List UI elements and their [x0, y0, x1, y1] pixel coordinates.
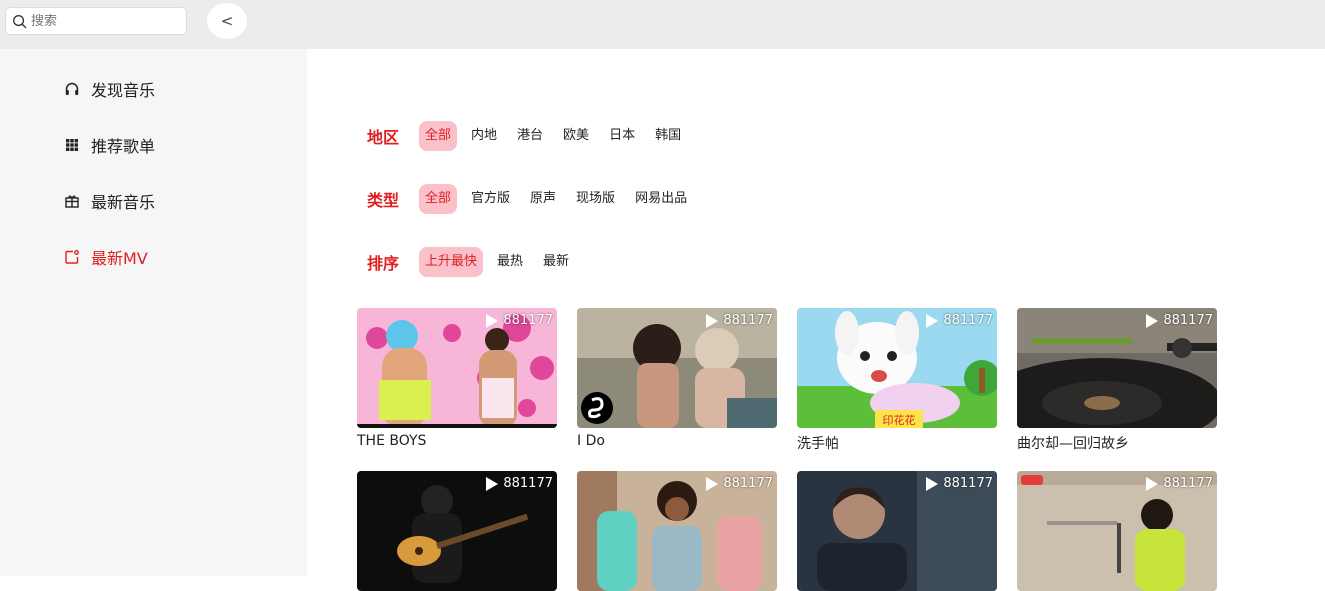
- mv-title[interactable]: 曲尔却—回归故乡: [1017, 433, 1217, 453]
- play-icon: [486, 313, 499, 328]
- play-icon: [1146, 313, 1159, 328]
- sidebar-item-label: 最新音乐: [91, 193, 156, 212]
- mv-thumbnail[interactable]: 881177: [1017, 471, 1217, 591]
- mv-card[interactable]: 881177 I Do: [577, 308, 777, 449]
- search-input[interactable]: [31, 13, 171, 29]
- mv-thumbnail[interactable]: 881177: [357, 471, 557, 591]
- order-tag-hottest[interactable]: 最热: [491, 247, 529, 277]
- mv-thumbnail[interactable]: 881177: [577, 471, 777, 591]
- play-count: 881177: [1146, 313, 1213, 328]
- search-box[interactable]: [5, 7, 187, 35]
- mv-title[interactable]: 洗手帕: [797, 433, 997, 453]
- play-icon: [1146, 476, 1159, 491]
- sidebar-item-new-music[interactable]: 最新音乐: [64, 189, 155, 213]
- sidebar-item-discover-music[interactable]: 发现音乐: [64, 77, 155, 101]
- gift-icon: [64, 193, 80, 209]
- play-count-value: 881177: [1163, 313, 1213, 328]
- mv-thumbnail[interactable]: 881177: [1017, 308, 1217, 428]
- mv-thumbnail[interactable]: 881177: [577, 308, 777, 428]
- svg-text:印花花: 印花花: [883, 414, 916, 427]
- sidebar-item-label: 推荐歌单: [91, 137, 156, 156]
- mv-card[interactable]: 881177 THE BOYS: [357, 308, 557, 449]
- sidebar: 发现音乐 推荐歌单 最新音乐 最新MV: [0, 49, 307, 576]
- region-filter-label: 地区: [367, 128, 400, 147]
- mv-thumbnail[interactable]: 881177: [357, 308, 557, 428]
- region-tag-hk-tw[interactable]: 港台: [511, 121, 549, 151]
- mv-card[interactable]: 881177: [357, 471, 557, 591]
- play-count-value: 881177: [503, 476, 553, 491]
- region-tag-west[interactable]: 欧美: [557, 121, 595, 151]
- mv-title[interactable]: THE BOYS: [357, 433, 557, 449]
- type-tag-official[interactable]: 官方版: [465, 184, 516, 214]
- play-count-value: 881177: [1163, 476, 1213, 491]
- play-count: 881177: [926, 313, 993, 328]
- play-count-value: 881177: [723, 476, 773, 491]
- mv-card[interactable]: 881177 曲尔却—回归故乡: [1017, 308, 1217, 453]
- play-count: 881177: [486, 313, 553, 328]
- top-bar: <: [0, 0, 1325, 49]
- play-count: 881177: [706, 313, 773, 328]
- mv-card[interactable]: 881177: [797, 471, 997, 591]
- type-tag-netease[interactable]: 网易出品: [629, 184, 693, 214]
- mv-card[interactable]: 881177: [577, 471, 777, 591]
- type-tag-original[interactable]: 原声: [524, 184, 562, 214]
- mv-thumbnail[interactable]: 印花花 881177: [797, 308, 997, 428]
- region-tag-mainland[interactable]: 内地: [465, 121, 503, 151]
- play-icon: [706, 313, 719, 328]
- mv-card[interactable]: 印花花 881177 洗手帕: [797, 308, 997, 453]
- play-count-value: 881177: [943, 476, 993, 491]
- video-share-icon: [64, 249, 80, 265]
- play-count-value: 881177: [723, 313, 773, 328]
- sidebar-item-recommended-playlists[interactable]: 推荐歌单: [64, 133, 155, 157]
- play-count: 881177: [1146, 476, 1213, 491]
- mv-thumbnail[interactable]: 881177: [797, 471, 997, 591]
- play-count-value: 881177: [943, 313, 993, 328]
- type-filter-label: 类型: [367, 191, 400, 210]
- order-filter: 排序 上升最快 最热 最新: [367, 247, 583, 277]
- type-filter: 类型 全部 官方版 原声 现场版 网易出品: [367, 184, 701, 214]
- region-tag-korea[interactable]: 韩国: [649, 121, 687, 151]
- headphones-icon: [64, 81, 80, 97]
- main-content: 地区 全部 内地 港台 欧美 日本 韩国 类型 全部 官方版 原声 现场版 网易…: [307, 49, 1325, 591]
- sidebar-item-label: 发现音乐: [91, 81, 156, 100]
- mv-title[interactable]: I Do: [577, 433, 777, 449]
- play-count: 881177: [486, 476, 553, 491]
- play-count: 881177: [706, 476, 773, 491]
- sidebar-item-label: 最新MV: [91, 249, 148, 268]
- play-count: 881177: [926, 476, 993, 491]
- region-tag-all[interactable]: 全部: [419, 121, 458, 151]
- play-icon: [486, 476, 499, 491]
- search-icon: [13, 14, 27, 28]
- region-tag-japan[interactable]: 日本: [603, 121, 641, 151]
- order-filter-label: 排序: [367, 254, 400, 273]
- mv-card[interactable]: 881177: [1017, 471, 1217, 591]
- type-tag-live[interactable]: 现场版: [570, 184, 621, 214]
- grid-icon: [64, 137, 80, 153]
- play-count-value: 881177: [503, 313, 553, 328]
- play-icon: [706, 476, 719, 491]
- order-tag-rising[interactable]: 上升最快: [419, 247, 484, 277]
- region-filter: 地区 全部 内地 港台 欧美 日本 韩国: [367, 121, 695, 151]
- play-icon: [926, 313, 939, 328]
- sidebar-item-new-mv[interactable]: 最新MV: [64, 245, 148, 269]
- type-tag-all[interactable]: 全部: [419, 184, 458, 214]
- play-icon: [926, 476, 939, 491]
- back-button[interactable]: <: [207, 3, 247, 39]
- order-tag-newest[interactable]: 最新: [537, 247, 575, 277]
